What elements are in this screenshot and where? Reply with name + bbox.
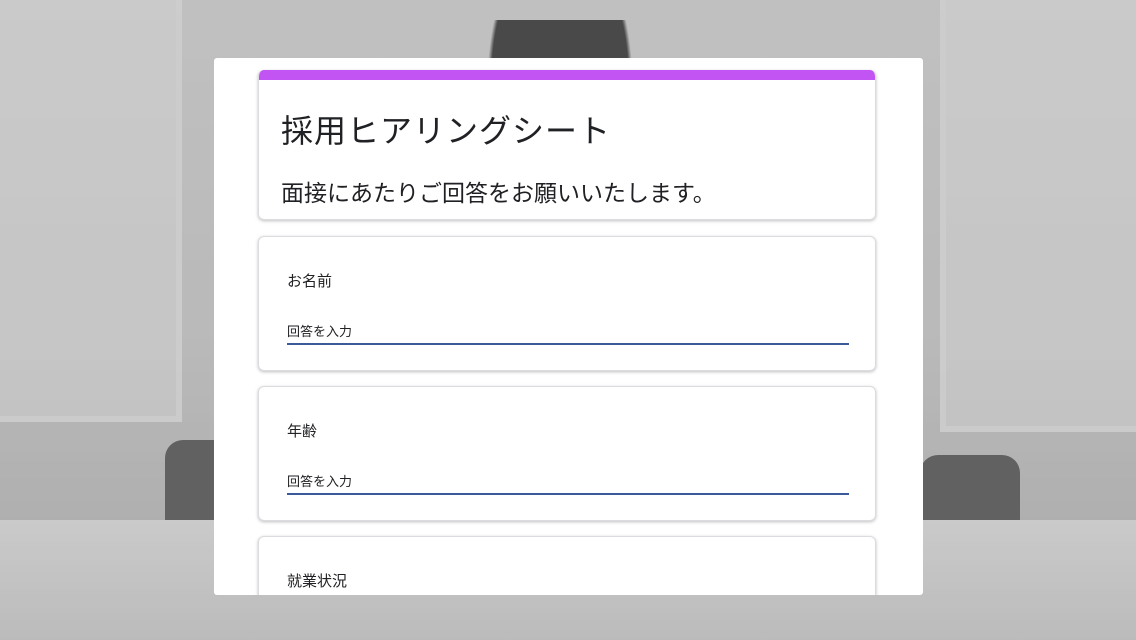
question-card-name: お名前 [258, 236, 876, 371]
question-card-employment: 就業状況 [258, 536, 876, 595]
form-header-card: 採用ヒアリングシート 面接にあたりご回答をお願いいたします。 [258, 70, 876, 220]
form-title: 採用ヒアリングシート [281, 112, 612, 150]
question-label: お名前 [287, 272, 333, 290]
age-answer-input[interactable] [287, 471, 849, 495]
form-description: 面接にあたりご回答をお願いいたします。 [281, 181, 716, 207]
form-modal: 採用ヒアリングシート 面接にあたりご回答をお願いいたします。 お名前 年齢 就業… [214, 58, 923, 595]
question-label: 就業状況 [287, 572, 348, 590]
question-card-age: 年齢 [258, 386, 876, 521]
header-accent-bar [259, 70, 875, 80]
name-answer-input[interactable] [287, 321, 849, 345]
question-label: 年齢 [287, 422, 318, 440]
